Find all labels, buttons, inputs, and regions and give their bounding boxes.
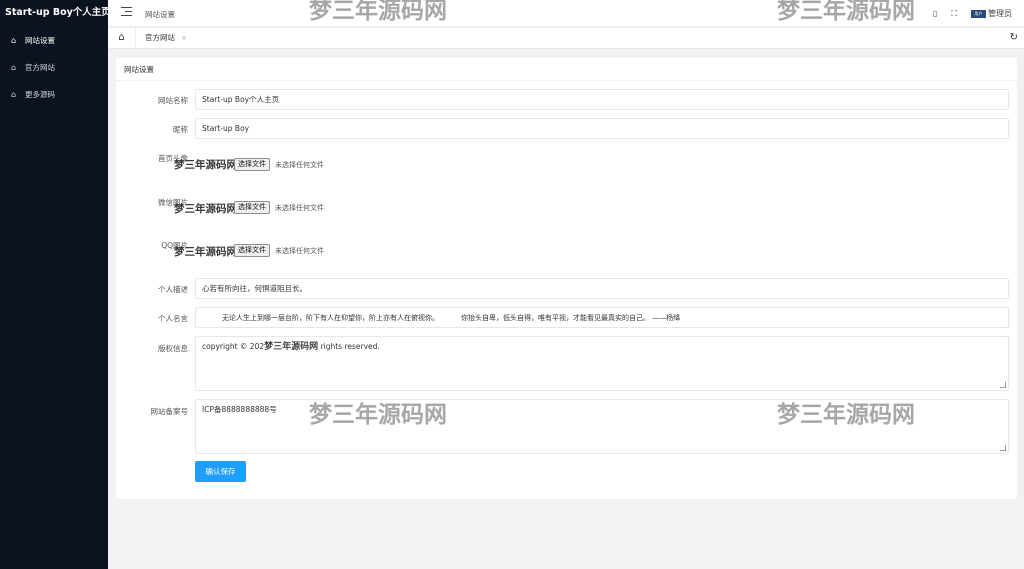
tab-official-site[interactable]: 官方网站 × (136, 28, 196, 49)
watermark-text: 梦三年源码网 (264, 342, 319, 352)
motto-input[interactable]: 无论人生上到哪一层台阶，阶下有人在仰望你，阶上亦有人在俯视你。 你抬头自卑，低头自… (195, 307, 1009, 328)
qq-file-button[interactable]: 选择文件 (234, 244, 270, 257)
watermark-text: 梦三年源码网 (174, 246, 237, 258)
copyright-row: 版权信息 copyright © 202梦三年源码网 rights reserv… (116, 336, 1009, 391)
qq-file-status: 未选择任何文件 (275, 247, 324, 255)
save-button[interactable]: 确认保存 (195, 461, 246, 482)
nickname-row: 昵称 (116, 118, 1009, 139)
top-header: 网站设置 ▯ ⛶ 用户 管理员 (108, 0, 1024, 27)
avatar-file-button[interactable]: 选择文件 (234, 158, 270, 171)
description-label: 个人描述 (158, 285, 188, 294)
card-title: 网站设置 (116, 58, 1017, 81)
site-name-label: 网站名称 (158, 96, 188, 105)
copyright-textarea[interactable]: copyright © 202梦三年源码网 rights reserved. (195, 336, 1009, 391)
home-tab-icon[interactable]: ⌂ (108, 28, 136, 49)
user-name: 管理员 (988, 9, 1012, 18)
sidebar-item-label: 官方网站 (25, 63, 55, 72)
icp-textarea[interactable]: ICP备8888888888号 (195, 399, 1009, 454)
motto-label: 个人名言 (158, 314, 188, 323)
home-icon: ⌂ (10, 36, 17, 45)
resize-handle-icon[interactable] (1000, 382, 1006, 388)
sidebar-item-site-settings[interactable]: ⌂ 网站设置 (0, 27, 108, 54)
nickname-input[interactable] (195, 118, 1009, 139)
settings-card: 网站设置 网站名称 昵称 首页头像 梦三年源码网 选择文件 未选择任何文件 微信… (116, 58, 1017, 499)
wechat-file-button[interactable]: 选择文件 (234, 201, 270, 214)
avatar-file-status: 未选择任何文件 (275, 161, 324, 169)
home-icon: ⌂ (10, 63, 17, 72)
icp-label: 网站备案号 (150, 407, 189, 416)
sidebar: Start-up Boy个人主页 ⌂ 网站设置 ⌂ 官方网站 ⌂ 更多源码 (0, 0, 111, 569)
app-logo[interactable]: Start-up Boy个人主页 (0, 0, 111, 27)
home-icon: ⌂ (10, 90, 17, 99)
icp-value: ICP备8888888888号 (202, 405, 277, 414)
tab-label: 官方网站 (145, 33, 175, 42)
sidebar-item-label: 更多源码 (25, 90, 55, 99)
site-name-input[interactable] (195, 89, 1009, 110)
copyright-suffix: rights reserved. (318, 342, 380, 351)
watermark-text: 梦三年源码网 (174, 203, 237, 215)
description-row: 个人描述 (116, 278, 1009, 299)
sidebar-item-label: 网站设置 (25, 36, 55, 45)
icp-row: 网站备案号 ICP备8888888888号 (116, 399, 1009, 454)
watermark-text: 梦三年源码网 (174, 159, 237, 171)
wechat-upload-row: 微信图片 梦三年源码网 选择文件 未选择任何文件 (116, 196, 1009, 226)
avatar-upload-row: 首页头像 梦三年源码网 选择文件 未选择任何文件 (116, 152, 1009, 182)
motto-text-1: 无论人生上到哪一层台阶，阶下有人在仰望你，阶上亦有人在俯视你。 (222, 314, 439, 322)
motto-row: 个人名言 无论人生上到哪一层台阶，阶下有人在仰望你，阶上亦有人在俯视你。 你抬头自… (116, 307, 1009, 328)
copyright-prefix: copyright © 202 (202, 342, 265, 351)
breadcrumb: 网站设置 (145, 10, 175, 19)
avatar: 用户 (971, 9, 986, 18)
user-menu[interactable]: 用户 管理员 (971, 8, 1012, 19)
resize-handle-icon[interactable] (1000, 445, 1006, 451)
description-input[interactable] (195, 278, 1009, 299)
qq-upload-row: QQ图片 梦三年源码网 选择文件 未选择任何文件 (116, 239, 1009, 269)
sidebar-item-official-site[interactable]: ⌂ 官方网站 (0, 54, 108, 81)
notes-icon[interactable]: ▯ (933, 9, 937, 18)
motto-text-2: 你抬头自卑，低头自得，唯有平视，才能看见最真实的自己。 ——杨绛 (461, 314, 681, 322)
site-name-row: 网站名称 (116, 89, 1009, 110)
nickname-label: 昵称 (173, 125, 188, 134)
menu-toggle-icon[interactable] (121, 7, 132, 19)
close-icon[interactable]: × (181, 34, 187, 42)
refresh-icon[interactable]: ↻ (1010, 28, 1018, 48)
fullscreen-icon[interactable]: ⛶ (951, 9, 957, 19)
copyright-label: 版权信息 (158, 344, 188, 353)
sidebar-item-more-source[interactable]: ⌂ 更多源码 (0, 81, 108, 108)
tab-bar: ⌂ 官方网站 × ↻ (108, 28, 1024, 49)
wechat-file-status: 未选择任何文件 (275, 204, 324, 212)
